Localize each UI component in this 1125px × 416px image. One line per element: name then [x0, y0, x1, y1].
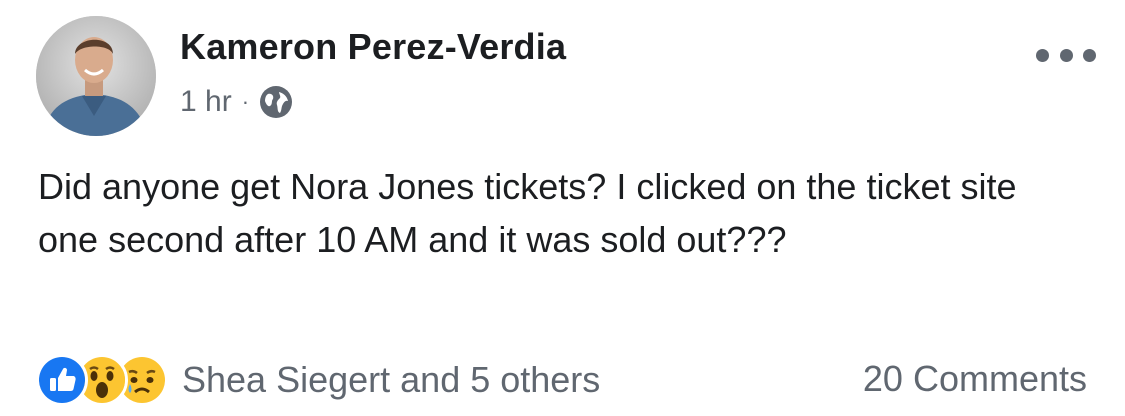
meta-separator: · — [241, 89, 250, 114]
post-text: Did anyone get Nora Jones tickets? I cli… — [38, 166, 1017, 260]
more-dot — [1059, 48, 1073, 62]
comments-count-link[interactable]: 20 Comments — [863, 358, 1087, 400]
feed-post: Kameron Perez-Verdia 1 hr · Did anyone g… — [0, 0, 1125, 416]
reactions-summary-text[interactable]: Shea Siegert and 5 others — [182, 359, 600, 401]
post-timestamp[interactable]: 1 hr — [180, 85, 232, 119]
like-reaction-icon — [36, 354, 88, 406]
author-avatar[interactable] — [36, 16, 156, 136]
globe-icon[interactable] — [259, 85, 293, 119]
more-dot — [1036, 48, 1049, 62]
more-options-icon[interactable] — [1036, 40, 1096, 70]
more-dot — [1083, 48, 1096, 62]
post-footer: Shea Siegert and 5 others 20 Comments — [0, 350, 1125, 410]
avatar-photo — [36, 16, 156, 136]
post-meta: 1 hr · — [180, 84, 293, 120]
author-name[interactable]: Kameron Perez-Verdia — [180, 26, 566, 68]
reactions-summary[interactable]: Shea Siegert and 5 others — [36, 354, 600, 406]
